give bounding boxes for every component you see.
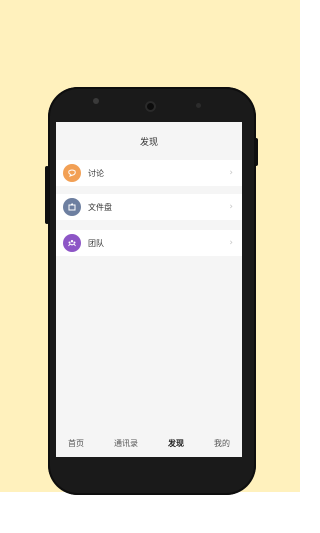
list-item-label: 讨论 [88, 168, 104, 178]
tab-discover[interactable]: 发现 [168, 438, 184, 449]
list-item-label: 团队 [88, 238, 104, 248]
bottom-tab-bar: 首页 通讯录 发现 我的 [56, 429, 242, 457]
discussion-icon [63, 164, 81, 182]
phone-sensor [196, 103, 201, 108]
phone-speaker [93, 98, 99, 104]
list-item-discussion[interactable]: 讨论 › [56, 160, 242, 186]
tab-home[interactable]: 首页 [68, 438, 84, 449]
phone-side-button-left [45, 166, 49, 224]
list-item-file-drive[interactable]: 文件盘 › [56, 194, 242, 220]
tab-me[interactable]: 我的 [214, 438, 230, 449]
chevron-right-icon: › [229, 202, 233, 212]
list-item-team[interactable]: 团队 › [56, 230, 242, 256]
phone-side-button-right [254, 138, 258, 166]
tab-contacts[interactable]: 通讯录 [114, 438, 138, 449]
folder-icon [63, 198, 81, 216]
team-icon [63, 234, 81, 252]
page-title: 发现 [139, 137, 158, 148]
list-item-label: 文件盘 [88, 202, 112, 212]
app-screen: 发现 讨论 › 文件盘 › 团队 › 首页 通讯录 发现 我的 [56, 122, 242, 457]
phone-camera [145, 101, 156, 112]
chevron-right-icon: › [229, 168, 233, 178]
chevron-right-icon: › [229, 238, 233, 248]
